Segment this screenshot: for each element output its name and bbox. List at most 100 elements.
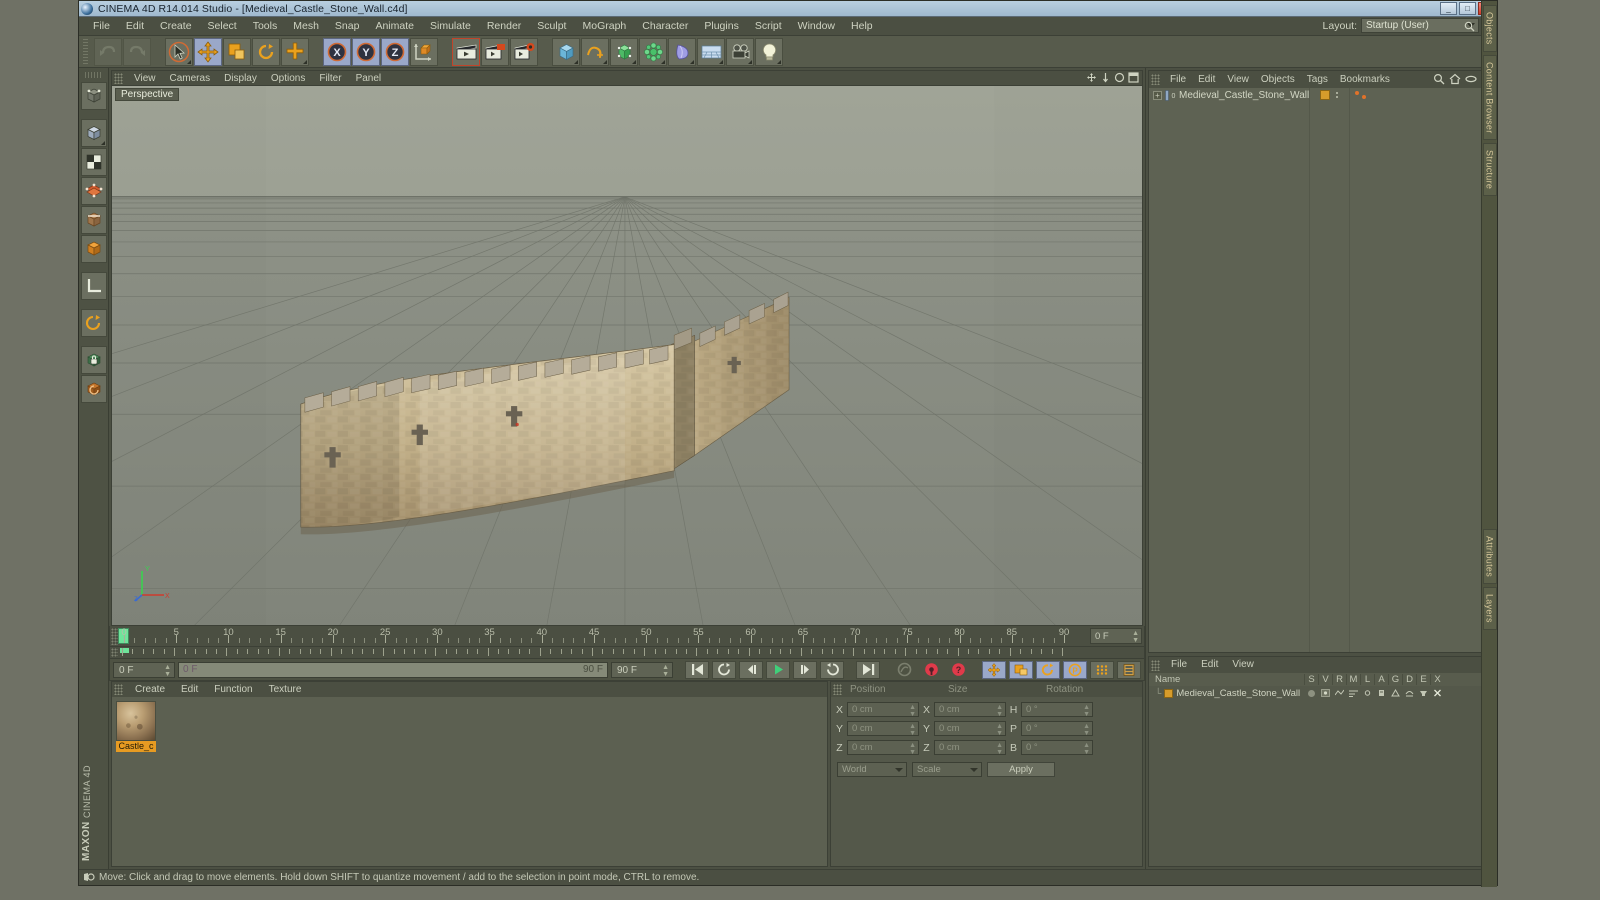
search-icon[interactable] <box>1464 21 1475 32</box>
viewport-grip-icon[interactable] <box>114 72 123 84</box>
menu-item-mesh[interactable]: Mesh <box>285 17 327 36</box>
ellipse-icon[interactable] <box>1465 73 1477 85</box>
position-x-input[interactable]: 0 cm ▲ ▼ <box>847 702 919 718</box>
dock-tab-attributes[interactable]: Attributes <box>1482 529 1497 585</box>
spinner-icon[interactable]: ▲ ▼ <box>909 742 916 756</box>
object-menu-file[interactable]: File <box>1164 71 1192 88</box>
autokeying-button[interactable] <box>919 661 943 679</box>
go-to-end-button[interactable] <box>856 660 880 679</box>
viewport-menu-display[interactable]: Display <box>217 71 264 86</box>
move-view-icon[interactable] <box>1086 72 1097 83</box>
tool-options-corner[interactable] <box>303 59 307 64</box>
tool-options-corner[interactable] <box>632 59 636 64</box>
tool-options-corner[interactable] <box>690 59 694 64</box>
spinner-icon[interactable]: ▲ ▼ <box>1083 723 1090 737</box>
cube-primitive-button[interactable] <box>552 37 580 66</box>
enable-axis-button[interactable] <box>80 309 107 337</box>
workplane-button[interactable] <box>80 375 107 403</box>
undo-button[interactable] <box>94 37 122 66</box>
size-x-input[interactable]: 0 cm ▲ ▼ <box>934 702 1006 718</box>
expand-icon[interactable]: + <box>1153 90 1162 100</box>
coordinate-manager-grip-icon[interactable] <box>833 684 842 695</box>
spinner-icon[interactable]: ▲ ▼ <box>164 664 171 678</box>
menu-item-select[interactable]: Select <box>200 17 245 36</box>
tool-options-corner[interactable] <box>187 59 191 64</box>
points-mode-button[interactable] <box>80 177 107 205</box>
attribute-manager-row[interactable]: └ Medieval_Castle_Stone_Wall <box>1149 686 1496 700</box>
timeline-layout-button[interactable] <box>1117 660 1141 679</box>
dock-tab-content-browser[interactable]: Content Browser <box>1482 54 1497 141</box>
timeline-track[interactable]: 0 5 10 15 20 25 30 35 40 45 50 55 60 65 70 75 80 85 90 <box>118 626 1144 646</box>
spline-button[interactable] <box>581 37 609 66</box>
spinner-icon[interactable]: ▲ ▼ <box>1083 742 1090 756</box>
redo-button[interactable] <box>123 37 151 66</box>
rotation-p-input[interactable]: 0 ° ▲ ▼ <box>1021 721 1093 737</box>
spinner-icon[interactable]: ▲ ▼ <box>909 704 916 718</box>
maximize-view-icon[interactable] <box>1128 72 1139 83</box>
menu-item-plugins[interactable]: Plugins <box>696 17 746 36</box>
world-object-coordinates-button[interactable] <box>410 37 438 66</box>
minimize-button[interactable]: _ <box>1440 2 1457 15</box>
maximize-button[interactable]: □ <box>1459 2 1476 15</box>
step-back-button[interactable] <box>739 660 763 679</box>
dock-tab-layers[interactable]: Layers <box>1482 587 1497 631</box>
play-button[interactable] <box>766 660 790 679</box>
tool-options-corner[interactable] <box>661 59 665 64</box>
coordinate-system-select[interactable]: World <box>837 762 907 777</box>
position-z-input[interactable]: 0 cm ▲ ▼ <box>847 740 919 756</box>
dock-tab-objects[interactable]: Objects <box>1482 5 1497 52</box>
object-axis-mode-button[interactable] <box>80 272 107 300</box>
cell-d[interactable] <box>1402 689 1416 697</box>
lock-x-axis-button[interactable]: X <box>323 37 351 66</box>
scale-view-icon[interactable] <box>1100 72 1111 83</box>
viewport-menu-panel[interactable]: Panel <box>349 71 389 86</box>
size-mode-select[interactable]: Scale <box>912 762 982 777</box>
cell-v[interactable] <box>1318 689 1332 697</box>
loop-button[interactable] <box>820 660 844 679</box>
menu-item-help[interactable]: Help <box>843 17 881 36</box>
tool-options-corner[interactable] <box>748 59 752 64</box>
cell-e[interactable] <box>1416 689 1430 697</box>
timeline-frame-field[interactable]: 0 F ▲ ▼ <box>1090 628 1142 644</box>
camera-button[interactable] <box>726 37 754 66</box>
spinner-icon[interactable]: ▲ ▼ <box>996 723 1003 737</box>
tool-options-corner[interactable] <box>719 59 723 64</box>
menu-item-tools[interactable]: Tools <box>245 17 286 36</box>
object-menu-edit[interactable]: Edit <box>1192 71 1221 88</box>
material-menu-create[interactable]: Create <box>127 682 173 697</box>
menu-item-simulate[interactable]: Simulate <box>422 17 479 36</box>
spinner-icon[interactable]: ▲ ▼ <box>662 664 669 678</box>
cell-r[interactable] <box>1332 689 1346 697</box>
material-menu-function[interactable]: Function <box>206 682 260 697</box>
material-menu-texture[interactable]: Texture <box>261 682 310 697</box>
cell-x[interactable] <box>1430 689 1444 697</box>
end-frame-field[interactable]: 90 F ▲ ▼ <box>611 661 673 678</box>
position-key-button[interactable] <box>982 660 1006 679</box>
render-view-button[interactable] <box>452 37 480 66</box>
light-button[interactable] <box>755 37 783 66</box>
visibility-dots-icon[interactable] <box>1336 92 1339 98</box>
menu-item-create[interactable]: Create <box>152 17 200 36</box>
add-tool-button[interactable] <box>281 37 309 66</box>
rotation-b-input[interactable]: 0 ° ▲ ▼ <box>1021 740 1093 756</box>
make-editable-button[interactable] <box>80 82 107 110</box>
object-menu-view[interactable]: View <box>1221 71 1255 88</box>
attribute-menu-view[interactable]: View <box>1225 657 1261 673</box>
deformer-button[interactable] <box>668 37 696 66</box>
material-menu-edit[interactable]: Edit <box>173 682 206 697</box>
search-icon[interactable] <box>1433 73 1445 85</box>
render-settings-button[interactable] <box>510 37 538 66</box>
cell-l[interactable] <box>1360 689 1374 697</box>
array-button[interactable] <box>639 37 667 66</box>
step-forward-button[interactable] <box>793 660 817 679</box>
rotate-tool-button[interactable] <box>252 37 280 66</box>
size-z-input[interactable]: 0 cm ▲ ▼ <box>934 740 1006 756</box>
attribute-menu-edit[interactable]: Edit <box>1194 657 1225 673</box>
object-menu-objects[interactable]: Objects <box>1255 71 1301 88</box>
object-manager-body[interactable]: + 0 Medieval_Castle_Stone_Wall <box>1149 88 1496 652</box>
record-active-objects-button[interactable] <box>892 661 916 679</box>
go-to-start-button[interactable] <box>685 660 709 679</box>
toolbar-grip[interactable] <box>83 38 88 65</box>
cell-g[interactable] <box>1388 689 1402 697</box>
viewport-perspective[interactable]: Perspective Y X Z <box>111 85 1143 626</box>
